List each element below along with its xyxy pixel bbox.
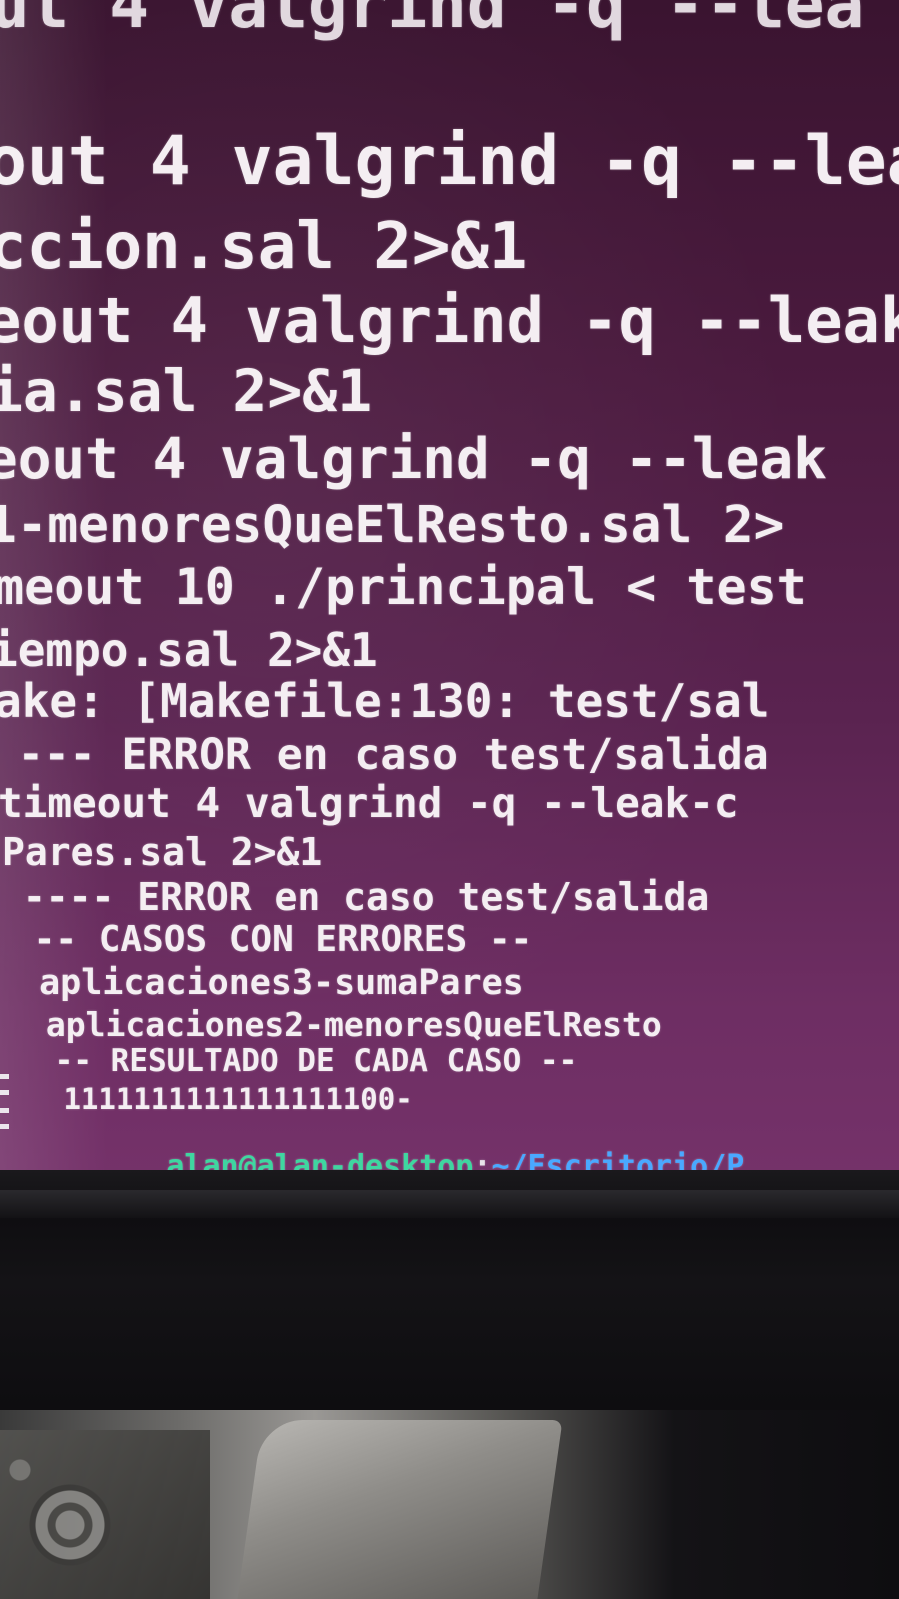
- terminal-line-3: eout 4 valgrind -q --leak: [0, 284, 899, 357]
- terminal-line-7: meout 10 ./principal < test: [0, 558, 807, 616]
- terminal-line-1: out 4 valgrind -q --lea: [0, 122, 899, 201]
- terminal-line-8: iempo.sal 2>&1: [0, 623, 378, 677]
- terminal-line-2: ccion.sal 2>&1: [0, 210, 528, 284]
- scroll-markers: [0, 1062, 12, 1142]
- terminal-line-10: --- ERROR en caso test/salida: [0, 730, 769, 780]
- terminal-line-4: ia.sal 2>&1: [0, 357, 373, 425]
- terminal-line-17: -- RESULTADO DE CADA CASO --: [36, 1043, 578, 1079]
- terminal-line-14: -- CASOS CON ERRORES --: [12, 919, 533, 960]
- terminal-line-15: aplicaciones3-sumaPares: [18, 963, 524, 1003]
- cloth-object: [237, 1420, 563, 1599]
- terminal-line-18: 1111111111111111100-: [46, 1082, 413, 1116]
- terminal-line-11: timeout 4 valgrind -q --leak-c: [0, 779, 739, 827]
- terminal-line-9: ake: [Makefile:130: test/sal: [0, 674, 770, 728]
- monitor-bezel-edge: [0, 1190, 899, 1218]
- terminal-line-6: 1-menoresQueElResto.sal 2>: [0, 496, 785, 555]
- terminal-line-5: eout 4 valgrind -q --leak: [0, 427, 827, 492]
- photo-scene: ut 4 valgrind -q --lea out 4 valgrind -q…: [0, 0, 899, 1599]
- terminal-window[interactable]: ut 4 valgrind -q --lea out 4 valgrind -q…: [0, 0, 899, 1190]
- terminal-line-13: ---- ERROR en caso test/salida: [0, 875, 710, 919]
- terminal-line-12: Pares.sal 2>&1: [2, 830, 323, 874]
- terminal-line-16: aplicaciones2-menoresQueElResto: [26, 1005, 662, 1044]
- terminal-line-0: ut 4 valgrind -q --lea: [0, 0, 865, 43]
- patterned-cloth: [0, 1430, 210, 1599]
